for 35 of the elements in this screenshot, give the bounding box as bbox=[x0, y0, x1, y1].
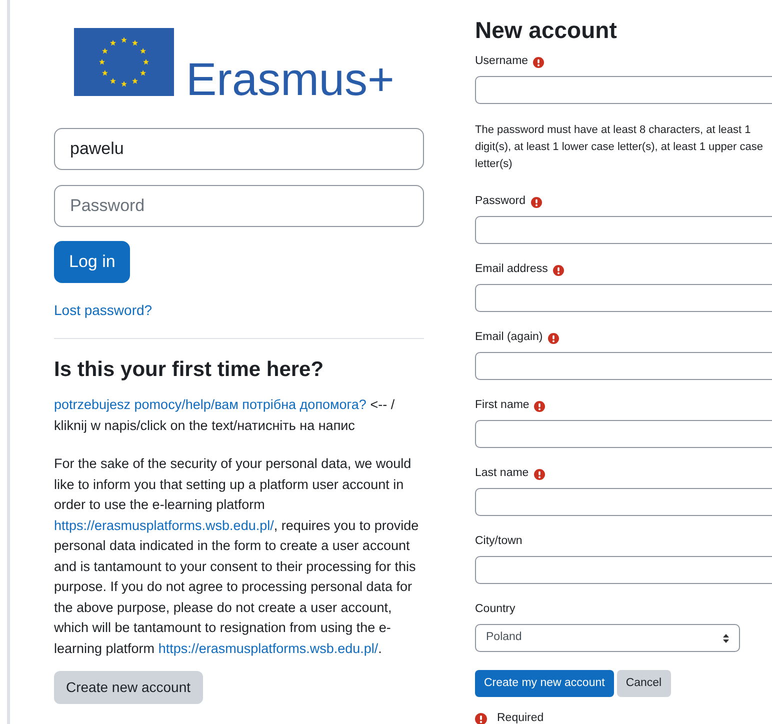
help-link[interactable]: https://erasmusplatforms.wsb.edu.pl/ bbox=[54, 518, 274, 532]
required-legend: Required bbox=[497, 710, 544, 724]
field-label: First name bbox=[475, 398, 530, 414]
cancel-button[interactable]: Cancel bbox=[616, 670, 671, 697]
country-select[interactable]: Poland bbox=[475, 624, 740, 652]
field-label: Country bbox=[475, 602, 516, 618]
field-label: Email (again) bbox=[475, 330, 543, 346]
field-label: City/town bbox=[475, 534, 522, 550]
text-field[interactable] bbox=[475, 556, 772, 584]
text-field[interactable] bbox=[475, 352, 772, 380]
submit-button[interactable]: Create my new account bbox=[475, 670, 614, 697]
eu-flag-icon bbox=[74, 28, 174, 96]
password-field[interactable]: Password bbox=[54, 185, 424, 227]
logo-text: Erasmus+ bbox=[186, 56, 394, 102]
help-link[interactable]: https://erasmusplatforms.wsb.edu.pl/ bbox=[158, 640, 378, 656]
text-field[interactable] bbox=[475, 216, 772, 244]
field-label: Username bbox=[475, 54, 528, 70]
text-field[interactable] bbox=[475, 420, 772, 448]
lost-password-link[interactable]: Lost password? bbox=[54, 300, 152, 321]
form-heading: New account bbox=[475, 16, 618, 44]
login-button[interactable]: Log in bbox=[54, 241, 130, 283]
sort-caret-icon bbox=[723, 634, 729, 642]
text-field[interactable] bbox=[475, 488, 772, 516]
username-field[interactable]: pawelu bbox=[54, 128, 424, 170]
field-label: Password bbox=[475, 194, 526, 210]
field-label: Email address bbox=[475, 262, 548, 278]
help-link[interactable]: potrzebujesz pomocy/help/вам потрібна допомога? bbox=[54, 397, 366, 412]
info-paragraph: potrzebujesz pomocy/help/вам потрібна допомога? <-- / kliknij w napis/click on the text/натисніть на напис bbox=[54, 396, 396, 435]
password-rules-text: The password must have at least 8 characters, at least 1 digit(s), at least 1 lower case letter(s), at least 1 upper case letter(s) bbox=[475, 123, 764, 172]
text-field[interactable] bbox=[475, 76, 772, 104]
field-label: Last name bbox=[475, 466, 529, 482]
section-heading: Is this your first time here? bbox=[54, 357, 325, 383]
text-field[interactable] bbox=[475, 284, 772, 312]
info-paragraph: For the sake of the security of your personal data, we would like to inform you that setting up a platform user account in order to use the e-learning platform https://erasmusplatforms.wsb.edu.pl/, requires you to provide personal data indicated in the form to create a user account and is tantamount to your consent to their processing for this purpose. If you do not agree to processing personal data for the above purpose, please do not create a user account, which will be tantamount to resignation from using the e-learning platform https://erasmusplatforms.wsb.edu.pl/. bbox=[54, 455, 420, 658]
create-account-button[interactable]: Create new account bbox=[54, 671, 203, 704]
